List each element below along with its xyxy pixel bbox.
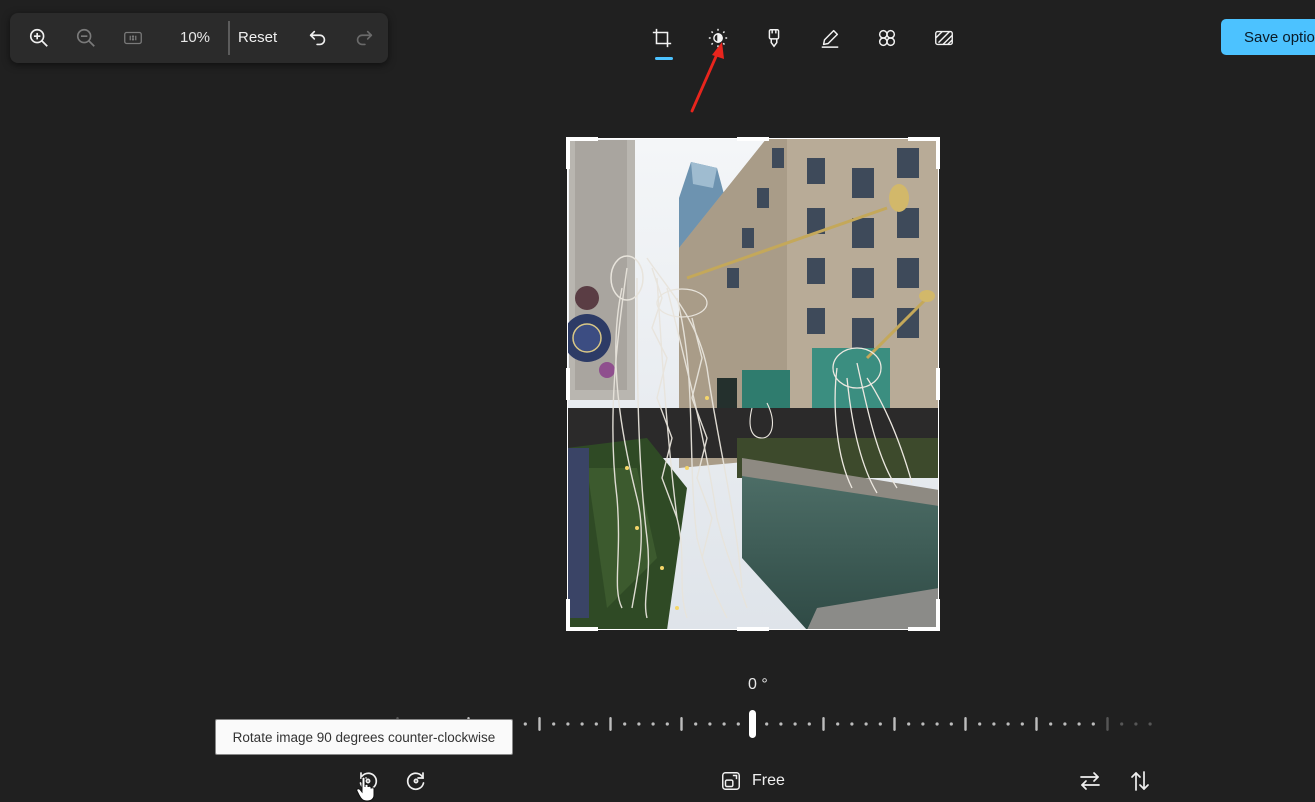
hand-cursor-icon (356, 776, 375, 802)
rotate-cw-icon[interactable] (401, 766, 431, 796)
slider-tick-major (1106, 717, 1109, 731)
slider-tick (1063, 722, 1067, 726)
slider-tick (722, 722, 726, 726)
slider-tick (793, 722, 797, 726)
retouch-icon[interactable] (873, 24, 901, 52)
slider-tick (594, 722, 598, 726)
crop-handle-top-right-v[interactable] (936, 137, 940, 169)
slider-thumb (749, 710, 756, 738)
background-blur-icon[interactable] (930, 24, 958, 52)
slider-tick (978, 722, 982, 726)
slider-tick-major (680, 717, 683, 731)
crop-handle-top[interactable] (737, 137, 769, 141)
slider-tick (552, 722, 556, 726)
reset-button[interactable]: Reset (238, 29, 277, 46)
crop-frame (567, 138, 939, 630)
slider-tick-major (822, 717, 825, 731)
slider-tick (878, 722, 882, 726)
slider-tick (1006, 722, 1010, 726)
aspect-ratio-button[interactable]: Free (720, 766, 785, 796)
active-tool-indicator (655, 57, 673, 60)
slider-tick (850, 722, 854, 726)
slider-tick (1134, 722, 1138, 726)
slider-tick-major (893, 717, 896, 731)
crop-handle-right[interactable] (936, 368, 940, 400)
rotate-ccw-tooltip: Rotate image 90 degrees counter-clockwis… (215, 719, 513, 755)
aspect-ratio-label: Free (752, 772, 785, 789)
crop-handle-left[interactable] (566, 368, 570, 400)
crop-handle-bottom[interactable] (737, 627, 769, 631)
slider-tick-major (609, 717, 612, 731)
slider-tick (637, 722, 641, 726)
zoom-level: 10% (180, 29, 211, 46)
slider-tick (992, 722, 996, 726)
slider-tick (864, 722, 868, 726)
slider-tick (921, 722, 925, 726)
slider-tick (807, 722, 811, 726)
slider-tick (949, 722, 953, 726)
slider-tick-major (1035, 717, 1038, 731)
slider-tick (566, 722, 570, 726)
slider-tick (651, 722, 655, 726)
slider-tick (907, 722, 911, 726)
crop-handle-top-left-v[interactable] (566, 137, 570, 169)
aspect-ratio-icon (722, 772, 740, 790)
slider-tick (694, 722, 698, 726)
crop-handle-bottom-left[interactable] (566, 627, 598, 631)
filter-icon[interactable] (760, 24, 788, 52)
slider-tick (1091, 722, 1095, 726)
crop-handle-bottom-right-v[interactable] (936, 599, 940, 631)
divider (228, 21, 230, 55)
slider-tick (779, 722, 783, 726)
crop-icon[interactable] (648, 24, 676, 52)
zoom-toolbar: 10% Reset (10, 13, 388, 63)
slider-tick (836, 722, 840, 726)
annotation-arrow (690, 42, 724, 113)
slider-tick (1020, 722, 1024, 726)
undo-icon[interactable] (304, 24, 332, 52)
crop-handle-top-left[interactable] (566, 137, 598, 141)
crop-canvas[interactable] (566, 137, 940, 631)
rotation-angle-label: 0 ° (748, 676, 768, 693)
slider-tick (708, 722, 712, 726)
slider-tick (1049, 722, 1053, 726)
slider-tick (736, 722, 740, 726)
slider-tick-major (964, 717, 967, 731)
crop-handle-bottom-left-v[interactable] (566, 599, 570, 631)
save-options-button[interactable]: Save options (1221, 19, 1315, 55)
flip-horizontal-icon[interactable] (1075, 766, 1105, 796)
zoom-in-icon[interactable] (25, 24, 53, 52)
slider-tick (765, 722, 769, 726)
redo-icon[interactable] (350, 24, 378, 52)
slider-tick-major (538, 717, 541, 731)
slider-tick (580, 722, 584, 726)
slider-tick (623, 722, 627, 726)
slider-tick (523, 722, 527, 726)
flip-vertical-icon[interactable] (1125, 766, 1155, 796)
slider-tick (1077, 722, 1081, 726)
slider-tick (1148, 722, 1152, 726)
zoom-out-icon[interactable] (72, 24, 100, 52)
slider-tick (935, 722, 939, 726)
slider-tick (665, 722, 669, 726)
markup-pen-icon[interactable] (816, 24, 844, 52)
slider-tick (1120, 722, 1124, 726)
actual-size-icon[interactable] (119, 24, 147, 52)
